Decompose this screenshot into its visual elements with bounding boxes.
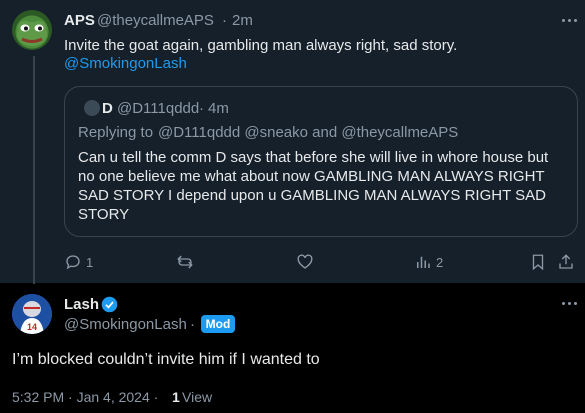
heart-icon: [297, 254, 313, 269]
bookmark-button[interactable]: [530, 253, 546, 271]
share-button[interactable]: [557, 253, 575, 271]
tweet-text: Invite the goat again, gambling man alwa…: [64, 37, 458, 54]
bookmark-icon: [532, 254, 544, 271]
verified-badge-icon: [101, 296, 118, 313]
mention-link[interactable]: @SmokingonLash: [64, 55, 187, 72]
quoted-tweet-time: 4m: [208, 100, 229, 117]
svg-text:14: 14: [27, 322, 37, 332]
replying-to-users[interactable]: @D111qddd @sneako and @theycallmeAPS: [158, 124, 458, 141]
like-button[interactable]: [296, 253, 314, 271]
reply-icon: [66, 255, 80, 270]
aps-avatar[interactable]: [12, 10, 52, 50]
quoted-text-line: no one believe me what about now GAMBLIN…: [78, 168, 545, 185]
separator-dot: ·: [222, 12, 227, 29]
share-icon: [559, 254, 573, 269]
quoted-author-handle[interactable]: @D111qddd: [117, 100, 199, 117]
pepe-frog-avatar: [17, 21, 47, 46]
quoted-author-avatar: [84, 100, 100, 116]
author-name[interactable]: APS: [64, 12, 95, 29]
thread-connector-line: [33, 56, 35, 284]
replying-to-label: Replying to: [78, 124, 154, 141]
quoted-text-line: SAD STORY I depend upon u GAMBLING MAN A…: [78, 187, 546, 204]
repost-icon: [177, 255, 193, 269]
repost-button[interactable]: [176, 253, 194, 271]
reply-more-options-icon[interactable]: [562, 302, 582, 308]
reply-author-handle[interactable]: @SmokingonLash: [64, 316, 187, 333]
more-options-icon[interactable]: [562, 19, 582, 25]
reply-separator-dot: ·: [190, 316, 195, 333]
analytics-icon: [417, 256, 430, 268]
mod-badge: Mod: [201, 315, 235, 333]
lash-avatar[interactable]: 14: [12, 294, 52, 334]
quoted-separator-dot: ·: [199, 100, 204, 117]
quoted-text-line: Can u tell the comm D says that before s…: [78, 149, 549, 166]
reply-views-label: View: [182, 389, 213, 405]
quoted-text-line: STORY: [78, 206, 130, 223]
football-player-avatar: 14: [12, 294, 52, 334]
quoted-author-name[interactable]: D: [102, 100, 113, 117]
reply-text: I’m blocked couldn’t invite him if I wan…: [12, 351, 320, 368]
reply-views-count: 1: [172, 389, 180, 405]
author-handle[interactable]: @theycallmeAPS: [97, 12, 214, 29]
views-button[interactable]: 2: [414, 253, 443, 271]
reply-author-name[interactable]: Lash: [64, 296, 99, 313]
views-count: 2: [436, 254, 444, 270]
reply-button[interactable]: 1: [64, 253, 93, 271]
tweet-time[interactable]: 2m: [232, 12, 253, 29]
reply-count: 1: [86, 254, 94, 270]
reply-timestamp[interactable]: 5:32 PM · Jan 4, 2024 ·: [12, 389, 158, 405]
